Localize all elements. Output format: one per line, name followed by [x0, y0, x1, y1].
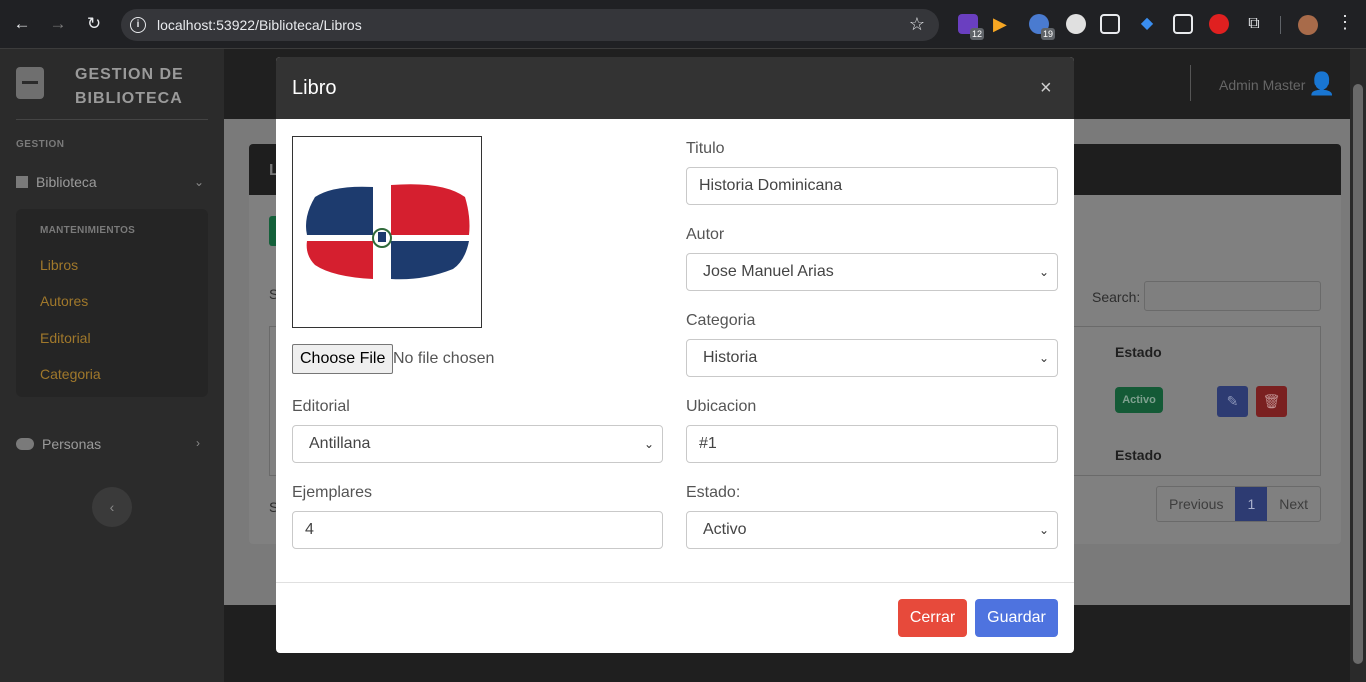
browser-menu-icon[interactable]: ⋮: [1336, 12, 1354, 33]
ejemplares-input[interactable]: 4: [292, 511, 663, 549]
close-icon[interactable]: ×: [1040, 77, 1052, 99]
browser-toolbar: ← → ↻ i localhost:53922/Biblioteca/Libro…: [0, 0, 1366, 49]
status-badge: Activo: [1115, 387, 1163, 413]
forward-icon[interactable]: →: [47, 13, 69, 35]
user-name[interactable]: Admin Master: [1219, 77, 1305, 93]
site-info-icon[interactable]: i: [130, 17, 146, 33]
puzzle-extensions-icon[interactable]: ⧉: [1244, 14, 1264, 34]
sidebar-divider: [16, 119, 208, 120]
page-scrollbar[interactable]: [1350, 49, 1366, 682]
sidebar-toggle-button[interactable]: ‹: [92, 487, 132, 527]
sidebar-link-libros[interactable]: Libros: [40, 257, 78, 273]
profile-avatar[interactable]: [1298, 15, 1318, 35]
back-icon[interactable]: ←: [11, 13, 33, 35]
book-cover-preview: [292, 136, 482, 328]
file-status-text: No file chosen: [393, 350, 495, 367]
cerrar-button[interactable]: Cerrar: [898, 599, 967, 637]
chevron-down-icon: ⌄: [1038, 523, 1049, 537]
extension-icon[interactable]: [1066, 14, 1086, 34]
choose-file-button[interactable]: Choose File: [292, 344, 394, 374]
play-extension-icon[interactable]: ▶: [993, 14, 1013, 34]
pagination-previous[interactable]: Previous: [1157, 487, 1235, 521]
titulo-input[interactable]: Historia Dominicana: [686, 167, 1058, 205]
modal-header: Libro ×: [276, 57, 1074, 119]
footer-header-estado: Estado: [1115, 447, 1162, 463]
sidebar-link-autores[interactable]: Autores: [40, 293, 88, 309]
estado-select[interactable]: Activo ⌄: [686, 511, 1058, 549]
users-icon: [16, 438, 34, 450]
extension-icon[interactable]: 12: [958, 14, 984, 40]
sidebar: GESTION DE BIBLIOTECA GESTION Biblioteca…: [0, 49, 224, 682]
stop-extension-icon[interactable]: [1209, 14, 1229, 34]
search-label: Search:: [1092, 289, 1141, 305]
user-shield-icon[interactable]: 👤: [1308, 71, 1338, 99]
pagination-next[interactable]: Next: [1267, 487, 1320, 521]
pagination-page-1[interactable]: 1: [1235, 487, 1268, 521]
sidebar-link-categoria[interactable]: Categoria: [40, 366, 101, 382]
pagination: Previous 1 Next: [1156, 486, 1322, 522]
autor-label: Autor: [686, 226, 725, 243]
topbar-divider: [1190, 65, 1191, 101]
delete-button[interactable]: 🗑: [1256, 386, 1287, 417]
sidebar-submenu: MANTENIMIENTOS Libros Autores Editorial …: [16, 209, 208, 397]
titulo-label: Titulo: [686, 140, 725, 157]
chevron-down-icon: ⌄: [1038, 351, 1049, 365]
submenu-heading: MANTENIMIENTOS: [40, 225, 136, 236]
categoria-label: Categoria: [686, 312, 756, 329]
extension-icon[interactable]: [1100, 14, 1120, 34]
autor-select[interactable]: Jose Manuel Arias ⌄: [686, 253, 1058, 291]
edit-button[interactable]: ✎: [1217, 386, 1248, 417]
ubicacion-label: Ubicacion: [686, 398, 757, 415]
sidebar-item-biblioteca[interactable]: Biblioteca: [16, 174, 97, 190]
sidebar-heading: GESTION: [16, 139, 65, 150]
modal-footer-divider: [276, 582, 1074, 583]
sidebar-link-editorial[interactable]: Editorial: [40, 330, 91, 346]
chevron-down-icon: ⌄: [643, 437, 654, 451]
chevron-down-icon: ⌄: [1038, 265, 1049, 279]
brand-title: GESTION DE BIBLIOTECA: [75, 66, 184, 107]
editorial-select[interactable]: Antillana ⌄: [292, 425, 663, 463]
cloud-extension-icon[interactable]: 19: [1029, 14, 1055, 40]
search-input[interactable]: [1144, 281, 1321, 311]
url-text[interactable]: localhost:53922/Biblioteca/Libros: [157, 17, 362, 33]
bookmark-star-icon[interactable]: ☆: [909, 14, 925, 35]
sidebar-item-personas[interactable]: Personas: [16, 436, 101, 452]
ejemplares-label: Ejemplares: [292, 484, 373, 501]
estado-label: Estado:: [686, 484, 741, 501]
extension-icon[interactable]: [1173, 14, 1193, 34]
guardar-button[interactable]: Guardar: [975, 599, 1058, 637]
toolbar-separator: [1280, 16, 1281, 34]
reload-icon[interactable]: ↻: [83, 13, 105, 35]
chevron-down-icon: ⌄: [194, 175, 205, 189]
modal-title: Libro: [292, 77, 337, 99]
ubicacion-input[interactable]: #1: [686, 425, 1058, 463]
categoria-select[interactable]: Historia ⌄: [686, 339, 1058, 377]
book-logo-icon: [16, 67, 44, 99]
editorial-label: Editorial: [292, 398, 350, 415]
scrollbar-thumb[interactable]: [1353, 84, 1363, 664]
diamond-extension-icon[interactable]: ◆: [1137, 14, 1157, 34]
address-bar[interactable]: i localhost:53922/Biblioteca/Libros ☆: [121, 9, 939, 41]
dominican-flag-image: [305, 183, 471, 281]
column-header-estado[interactable]: Estado: [1115, 344, 1162, 360]
chevron-right-icon: ›: [196, 436, 200, 450]
book-modal: Libro × Choose File No file chosen Titul…: [276, 57, 1074, 653]
book-icon: [16, 176, 28, 188]
